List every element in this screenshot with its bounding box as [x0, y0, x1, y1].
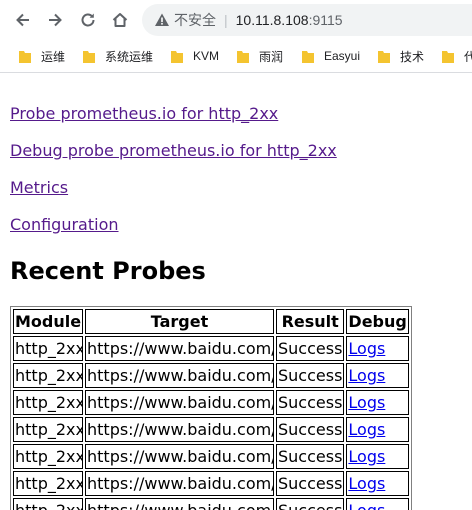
logs-link[interactable]: Logs [348, 501, 385, 510]
recent-probes-table: Module Target Result Debug http_2xx http… [10, 306, 412, 510]
reload-button[interactable] [74, 6, 102, 34]
warning-triangle-icon [154, 12, 170, 28]
debug-cell: Logs [346, 471, 409, 496]
column-header-debug: Debug [346, 309, 409, 334]
browser-toolbar: 不安全 | 10.11.8.108 :9115 [0, 0, 472, 40]
home-icon [112, 13, 128, 27]
target-cell: https://www.baidu.com/ [85, 336, 274, 361]
target-cell: https://www.baidu.com/ [85, 498, 274, 510]
forward-button[interactable] [41, 6, 69, 34]
bookmark-folder[interactable]: KVM [171, 48, 219, 64]
reload-icon [81, 13, 95, 27]
table-row: http_2xx https://www.baidu.com/ Success … [13, 363, 409, 388]
folder-icon [442, 51, 454, 63]
result-cell: Success [276, 498, 345, 510]
target-cell: https://www.baidu.com/ [85, 417, 274, 442]
logs-link[interactable]: Logs [348, 393, 385, 412]
bookmark-folder[interactable]: 雨润 [237, 48, 283, 64]
module-cell: http_2xx [13, 336, 83, 361]
debug-probe-link[interactable]: Debug probe prometheus.io for http_2xx [10, 141, 337, 160]
debug-cell: Logs [346, 336, 409, 361]
address-bar[interactable]: 不安全 | 10.11.8.108 :9115 [142, 4, 472, 36]
column-header-module: Module [13, 309, 83, 334]
bookmark-folder[interactable]: Easyui [302, 48, 360, 64]
result-cell: Success [276, 444, 345, 469]
folder-icon [378, 51, 390, 63]
target-cell: https://www.baidu.com/ [85, 444, 274, 469]
debug-cell: Logs [346, 444, 409, 469]
module-cell: http_2xx [13, 444, 83, 469]
folder-icon [83, 51, 95, 63]
result-cell: Success [276, 336, 345, 361]
result-cell: Success [276, 363, 345, 388]
recent-probes-heading: Recent Probes [10, 257, 206, 285]
target-cell: https://www.baidu.com/ [85, 363, 274, 388]
bookmark-folder[interactable]: 系统运维 [83, 48, 153, 64]
bookmark-folder[interactable]: 技术 [378, 48, 424, 64]
column-header-target: Target [85, 309, 274, 334]
back-button[interactable] [9, 6, 37, 34]
metrics-link[interactable]: Metrics [10, 178, 68, 197]
home-button[interactable] [106, 6, 134, 34]
module-cell: http_2xx [13, 417, 83, 442]
url-host: 10.11.8.108 [235, 12, 309, 28]
table-row: http_2xx https://www.baidu.com/ Success … [13, 471, 409, 496]
configuration-link[interactable]: Configuration [10, 215, 119, 234]
folder-icon [237, 51, 249, 63]
module-cell: http_2xx [13, 363, 83, 388]
forward-arrow-icon [49, 13, 62, 27]
table-header-row: Module Target Result Debug [13, 309, 409, 334]
page-viewport: Probe prometheus.io for http_2xx Debug p… [0, 73, 472, 510]
back-arrow-icon [16, 13, 29, 27]
bookmark-folder[interactable]: 运维 [19, 48, 65, 64]
folder-icon [171, 51, 183, 63]
logs-link[interactable]: Logs [348, 366, 385, 385]
url-port: :9115 [308, 12, 343, 28]
security-label: 不安全 [174, 12, 216, 28]
debug-cell: Logs [346, 363, 409, 388]
bookmark-folder[interactable]: 代 [442, 48, 472, 64]
debug-cell: Logs [346, 390, 409, 415]
table-row: http_2xx https://www.baidu.com/ Success … [13, 498, 409, 510]
target-cell: https://www.baidu.com/ [85, 471, 274, 496]
result-cell: Success [276, 417, 345, 442]
probe-link[interactable]: Probe prometheus.io for http_2xx [10, 104, 278, 123]
column-header-result: Result [276, 309, 345, 334]
logs-link[interactable]: Logs [348, 420, 385, 439]
folder-icon [302, 51, 314, 63]
bookmarks-bar: 运维 系统运维 KVM 雨润 Easyui 技术 代 [0, 40, 472, 73]
address-separator: | [224, 12, 228, 28]
logs-link[interactable]: Logs [348, 339, 385, 358]
folder-icon [19, 51, 31, 63]
logs-link[interactable]: Logs [348, 447, 385, 466]
result-cell: Success [276, 390, 345, 415]
target-cell: https://www.baidu.com/ [85, 390, 274, 415]
module-cell: http_2xx [13, 390, 83, 415]
table-row: http_2xx https://www.baidu.com/ Success … [13, 336, 409, 361]
module-cell: http_2xx [13, 498, 83, 510]
debug-cell: Logs [346, 498, 409, 510]
table-row: http_2xx https://www.baidu.com/ Success … [13, 444, 409, 469]
logs-link[interactable]: Logs [348, 474, 385, 493]
module-cell: http_2xx [13, 471, 83, 496]
result-cell: Success [276, 471, 345, 496]
table-row: http_2xx https://www.baidu.com/ Success … [13, 390, 409, 415]
debug-cell: Logs [346, 417, 409, 442]
table-row: http_2xx https://www.baidu.com/ Success … [13, 417, 409, 442]
